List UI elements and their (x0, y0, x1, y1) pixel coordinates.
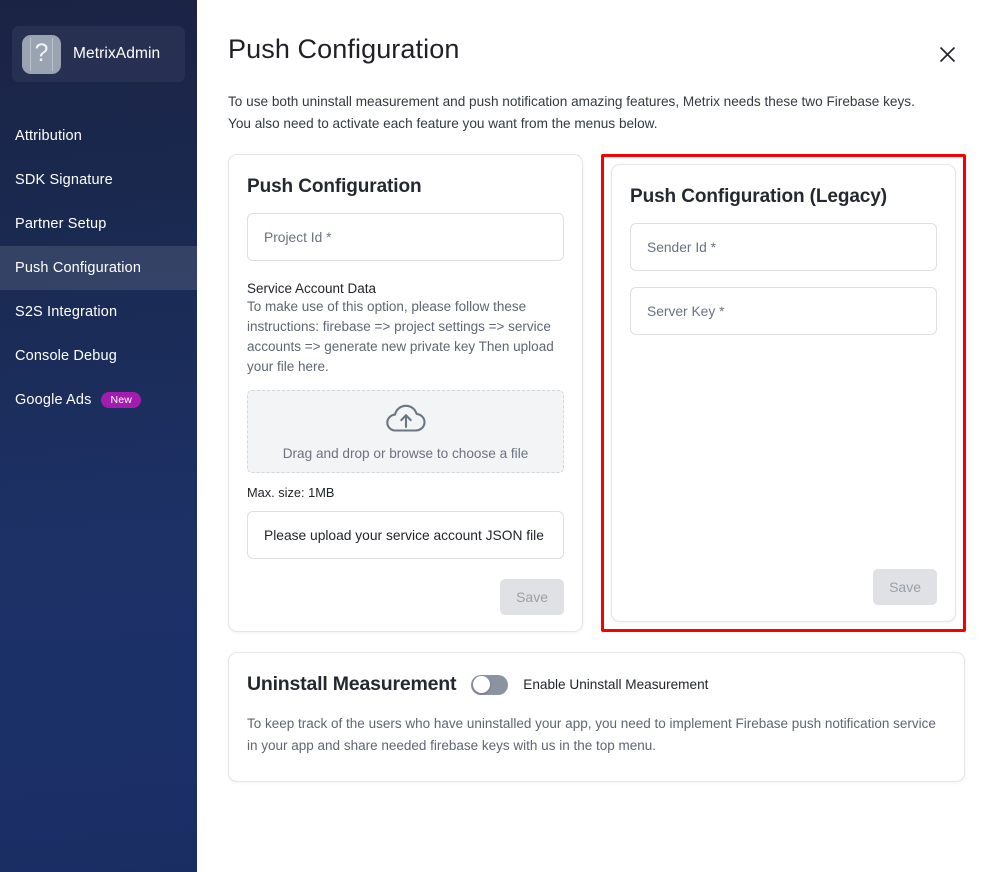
sender-id-input[interactable]: Sender Id * (630, 223, 937, 272)
service-account-label: Service Account Data (247, 281, 377, 297)
uninstall-description: To keep track of the users who have unin… (247, 716, 936, 754)
sidebar-item-push-configuration[interactable]: Push Configuration (0, 246, 197, 290)
brand-logo-glyph: ? (34, 38, 49, 67)
image-placeholder-icon: ? (22, 34, 61, 74)
server-key-input[interactable]: Server Key * (630, 287, 937, 336)
uninstall-title: Uninstall Measurement (247, 673, 457, 696)
sidebar-item-s2s-integration[interactable]: S2S Integration (0, 290, 197, 334)
service-account-description: To make use of this option, please follo… (247, 299, 554, 375)
sidebar-item-label: Push Configuration (15, 260, 142, 276)
upload-status-text: Please upload your service account JSON … (264, 527, 544, 543)
save-button-legacy[interactable]: Save (873, 569, 937, 606)
push-card-save-row: Save (247, 559, 564, 616)
sidebar-item-google-ads[interactable]: Google Ads New (0, 378, 197, 422)
main-content: Push Configuration To use both uninstall… (197, 0, 992, 872)
brand[interactable]: ? MetrixAdmin (12, 26, 185, 82)
sidebar-item-label: SDK Signature (15, 172, 113, 188)
push-card-title: Push Configuration (247, 176, 422, 198)
uninstall-measurement-card: Uninstall Measurement Enable Uninstall M… (228, 652, 965, 783)
uninstall-header: Uninstall Measurement Enable Uninstall M… (247, 673, 946, 696)
sidebar-item-label: Partner Setup (15, 216, 107, 232)
upload-status-field: Please upload your service account JSON … (247, 511, 564, 560)
close-icon[interactable] (932, 39, 962, 69)
sidebar-item-label: S2S Integration (15, 304, 118, 320)
status-badge-new: New (101, 392, 142, 408)
sidebar-item-partner-setup[interactable]: Partner Setup (0, 202, 197, 246)
page-header: Push Configuration (228, 0, 966, 69)
push-configuration-legacy-card: Push Configuration (Legacy) Sender Id * … (611, 164, 956, 623)
app-root: ? MetrixAdmin Attribution SDK Signature … (0, 0, 992, 872)
brand-name: MetrixAdmin (73, 45, 161, 62)
legacy-card-title: Push Configuration (Legacy) (630, 186, 887, 208)
file-dropzone[interactable]: Drag and drop or browse to choose a file (247, 390, 564, 474)
legacy-card-highlight-annotation: Push Configuration (Legacy) Sender Id * … (601, 154, 966, 633)
sidebar: ? MetrixAdmin Attribution SDK Signature … (0, 0, 197, 872)
sidebar-item-label: Attribution (15, 128, 82, 144)
config-cards-row: Push Configuration Project Id * Service … (228, 154, 966, 633)
sidebar-item-sdk-signature[interactable]: SDK Signature (0, 158, 197, 202)
push-configuration-card: Push Configuration Project Id * Service … (228, 154, 583, 633)
sidebar-nav: Attribution SDK Signature Partner Setup … (0, 114, 197, 422)
save-button[interactable]: Save (500, 579, 564, 616)
sidebar-item-attribution[interactable]: Attribution (0, 114, 197, 158)
server-key-placeholder: Server Key * (647, 303, 725, 319)
dropzone-text: Drag and drop or browse to choose a file (282, 445, 529, 461)
legacy-card-save-row: Save (630, 549, 937, 606)
page-intro-text: To use both uninstall measurement and pu… (228, 94, 915, 132)
sidebar-item-console-debug[interactable]: Console Debug (0, 334, 197, 378)
project-id-input[interactable]: Project Id * (247, 213, 564, 262)
sender-id-placeholder: Sender Id * (647, 239, 717, 255)
cloud-upload-icon (384, 403, 428, 440)
sidebar-item-label: Console Debug (15, 348, 117, 364)
enable-uninstall-measurement-toggle[interactable] (471, 674, 509, 695)
toggle-knob (472, 676, 490, 694)
toggle-label: Enable Uninstall Measurement (523, 677, 709, 693)
sidebar-item-label: Google Ads (15, 392, 92, 408)
page-title: Push Configuration (228, 34, 460, 64)
max-size-label: Max. size: 1MB (247, 485, 335, 501)
project-id-placeholder: Project Id * (264, 229, 332, 245)
